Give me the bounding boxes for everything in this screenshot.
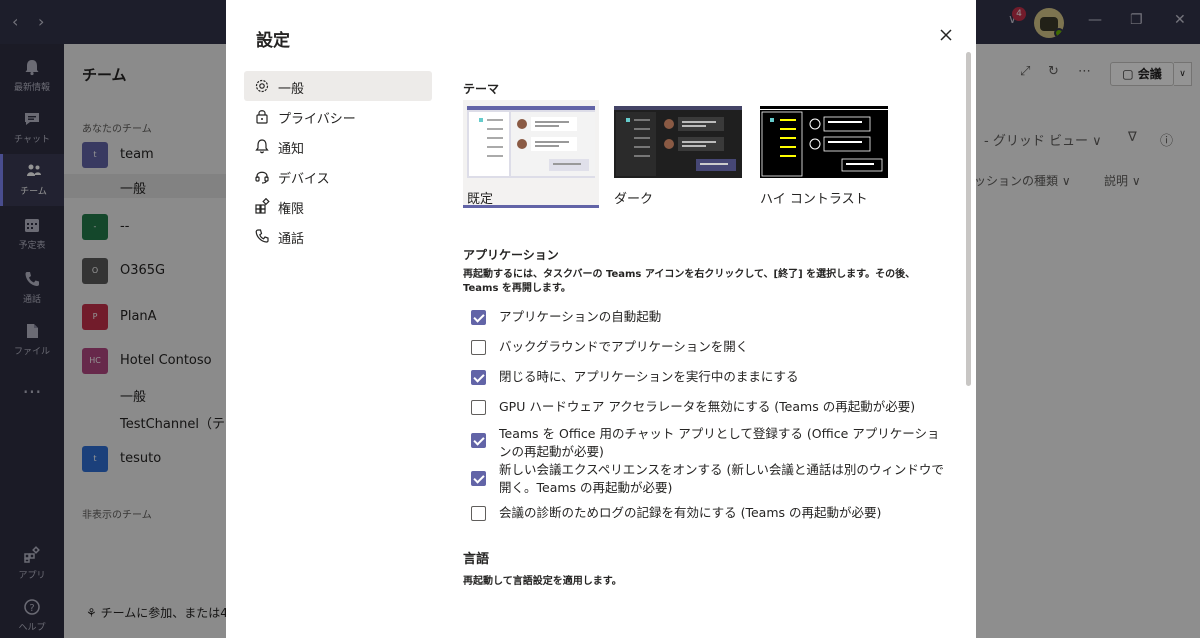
apps-icon <box>255 198 270 214</box>
theme-option-dark[interactable]: ダーク <box>610 100 746 208</box>
gear-icon <box>255 79 269 93</box>
nav-item-calls[interactable]: 通話 <box>244 221 432 251</box>
nav-item-notifications[interactable]: 通知 <box>244 131 432 161</box>
lock-icon <box>256 110 268 124</box>
headset-icon <box>255 171 269 184</box>
application-note: 再起動するには、タスクバーの Teams アイコンを右クリックして、[終了] を… <box>463 269 916 294</box>
application-heading: アプリケーション <box>463 248 559 262</box>
theme-label: ダーク <box>614 192 654 207</box>
language-note: 再起動して言語設定を適用します。 <box>463 576 622 587</box>
checkbox[interactable] <box>471 370 486 385</box>
option-label: バックグラウンドでアプリケーションを開く <box>499 339 749 354</box>
language-heading: 言語 <box>463 552 490 567</box>
settings-dialog: 設定 一般 プライバシー 通知 デバイス 権限 通話 テーマ 既定 ダーク ハイ… <box>226 0 976 638</box>
nav-item-privacy[interactable]: プライバシー <box>244 101 432 131</box>
checkbox[interactable] <box>471 340 486 355</box>
option-label: アプリケーションの自動起動 <box>499 309 662 324</box>
theme-preview-high-contrast <box>760 106 888 178</box>
theme-preview-dark <box>614 106 742 178</box>
bell-icon <box>255 139 269 154</box>
scrollbar[interactable] <box>966 52 971 386</box>
theme-heading: テーマ <box>463 82 500 96</box>
theme-option-default[interactable]: 既定 <box>463 100 599 208</box>
option-label: GPU ハードウェア アクセラレータを無効にする (Teams の再起動が必要) <box>499 399 916 414</box>
nav-label: 一般 <box>278 82 305 97</box>
theme-preview-default <box>467 106 595 178</box>
theme-label: 既定 <box>467 192 494 207</box>
phone-icon <box>255 229 269 243</box>
theme-label: ハイ コントラスト <box>760 192 868 207</box>
option-label: Teams を Office 用のチャット アプリとして登録する (Office… <box>499 426 940 459</box>
option-label: 会議の診断のためログの記録を有効にする (Teams の再起動が必要) <box>499 505 882 520</box>
close-icon[interactable] <box>936 25 956 45</box>
checkbox[interactable] <box>471 433 486 448</box>
nav-label: 権限 <box>278 202 305 217</box>
nav-label: 通知 <box>278 142 305 157</box>
checkbox[interactable] <box>471 400 486 415</box>
checkbox[interactable] <box>471 310 486 325</box>
nav-label: プライバシー <box>278 112 356 127</box>
dialog-title: 設定 <box>256 31 290 51</box>
nav-item-permissions[interactable]: 権限 <box>244 191 432 221</box>
nav-label: 通話 <box>278 232 305 247</box>
nav-item-general[interactable]: 一般 <box>244 71 432 101</box>
checkbox[interactable] <box>471 471 486 486</box>
nav-label: デバイス <box>278 172 330 187</box>
theme-option-high-contrast[interactable]: ハイ コントラスト <box>756 100 892 208</box>
option-label: 閉じる時に、アプリケーションを実行中のままにする <box>499 369 799 384</box>
option-label: 新しい会議エクスペリエンスをオンする (新しい会議と通話は別のウィンドウで開く。… <box>499 462 944 495</box>
nav-item-devices[interactable]: デバイス <box>244 161 432 191</box>
checkbox[interactable] <box>471 506 486 521</box>
